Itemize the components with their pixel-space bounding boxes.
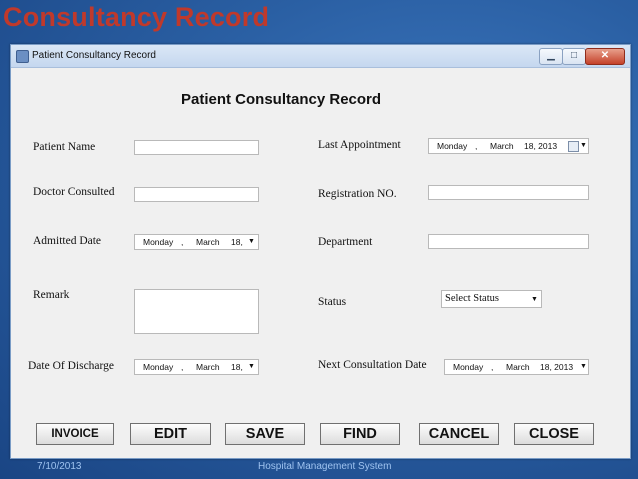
- date-separator: ,: [475, 141, 478, 151]
- date-month: March: [490, 141, 514, 151]
- department-label: Department: [318, 236, 373, 248]
- status-label: Status: [318, 296, 347, 308]
- dropdown-arrow-icon[interactable]: ▼: [580, 142, 587, 149]
- window-title: Patient Consultancy Record: [32, 50, 156, 61]
- date-day: 18,: [231, 237, 243, 247]
- save-button[interactable]: SAVE: [225, 423, 305, 445]
- form-heading: Patient Consultancy Record: [181, 91, 382, 108]
- department-input[interactable]: [428, 234, 589, 249]
- date-month: March: [506, 362, 530, 372]
- slide-title: Consultancy Record: [3, 2, 270, 32]
- date-day: 18,: [231, 362, 243, 372]
- calendar-icon[interactable]: [568, 141, 579, 152]
- invoice-button[interactable]: INVOICE: [36, 423, 114, 445]
- doctor-consulted-input[interactable]: [134, 187, 259, 202]
- edit-button[interactable]: EDIT: [130, 423, 211, 445]
- close-window-button[interactable]: ✕: [585, 48, 625, 65]
- registration-no-label: Registration NO.: [318, 188, 397, 200]
- date-month: March: [196, 362, 220, 372]
- form-icon: [16, 50, 29, 63]
- status-select[interactable]: Select Status ▼: [441, 290, 542, 308]
- remark-textarea[interactable]: [134, 289, 259, 334]
- dropdown-arrow-icon[interactable]: ▼: [248, 363, 255, 370]
- date-separator: ,: [181, 362, 184, 372]
- last-appointment-date-picker[interactable]: Monday , March 18, 2013 ▼: [428, 138, 589, 154]
- registration-no-input[interactable]: [428, 185, 589, 200]
- date-weekday: Monday: [143, 237, 174, 247]
- window-titlebar[interactable]: Patient Consultancy Record ▁ □ ✕: [11, 45, 630, 68]
- close-button[interactable]: CLOSE: [514, 423, 594, 445]
- next-consultation-date-label: Next Consultation Date: [318, 359, 427, 371]
- cancel-button[interactable]: CANCEL: [419, 423, 499, 445]
- minimize-button[interactable]: ▁: [539, 48, 563, 65]
- remark-label: Remark: [33, 289, 70, 301]
- find-button[interactable]: FIND: [320, 423, 400, 445]
- date-of-discharge-label: Date Of Discharge: [28, 360, 115, 372]
- doctor-consulted-label: Doctor Consulted: [33, 186, 115, 198]
- date-weekday: Monday: [437, 141, 468, 151]
- date-weekday: Monday: [143, 362, 174, 372]
- date-day: 18, 2013: [524, 141, 558, 151]
- date-separator: ,: [491, 362, 494, 372]
- patient-name-label: Patient Name: [33, 141, 96, 153]
- dropdown-arrow-icon[interactable]: ▼: [531, 295, 538, 303]
- last-appointment-label: Last Appointment: [318, 139, 401, 151]
- patient-name-input[interactable]: [134, 140, 259, 155]
- dropdown-arrow-icon[interactable]: ▼: [580, 363, 587, 370]
- app-window: Patient Consultancy Record ▁ □ ✕ Patient…: [10, 44, 631, 459]
- status-selected-value: Select Status: [445, 293, 499, 304]
- admitted-date-label: Admitted Date: [33, 235, 102, 247]
- date-day: 18, 2013: [540, 362, 574, 372]
- next-consultation-date-picker[interactable]: Monday , March 18, 2013 ▼: [444, 359, 589, 375]
- footer-title: Hospital Management System: [258, 461, 392, 472]
- admitted-date-picker[interactable]: Monday , March 18, ▼: [134, 234, 259, 250]
- maximize-button[interactable]: □: [562, 48, 586, 65]
- date-separator: ,: [181, 237, 184, 247]
- footer-date: 7/10/2013: [37, 461, 82, 472]
- date-weekday: Monday: [453, 362, 484, 372]
- discharge-date-picker[interactable]: Monday , March 18, ▼: [134, 359, 259, 375]
- date-month: March: [196, 237, 220, 247]
- dropdown-arrow-icon[interactable]: ▼: [248, 238, 255, 245]
